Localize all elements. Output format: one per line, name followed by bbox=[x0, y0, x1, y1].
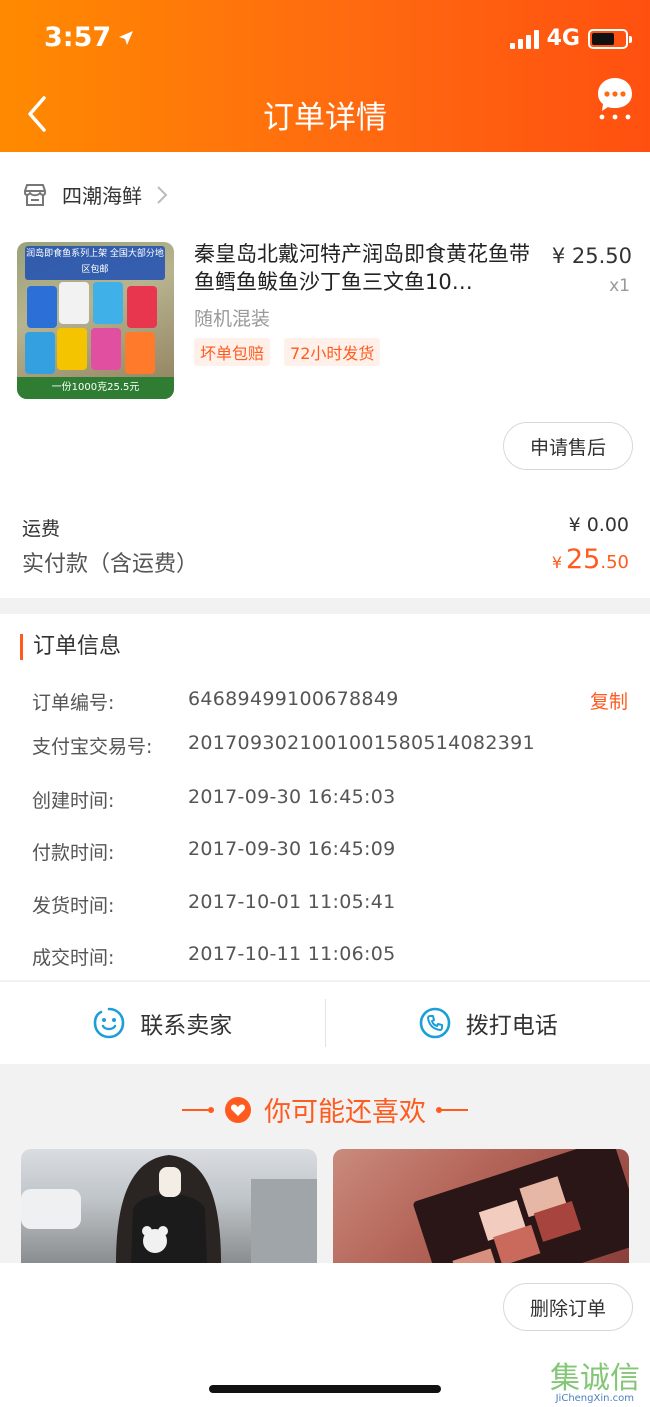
delete-order-button[interactable]: 删除订单 bbox=[503, 1283, 633, 1331]
order-info-section: 订单信息 订单编号: 64689499100678849 复制 支付宝交易号: … bbox=[0, 614, 650, 980]
home-indicator[interactable] bbox=[209, 1385, 441, 1393]
paid-integer: 25 bbox=[566, 544, 601, 575]
info-value: 64689499100678849 bbox=[188, 688, 399, 710]
order-item-card: 四潮海鲜 润岛即食鱼系列上架 全国大部分地区包邮 一份1000克25.5元 秦皇… bbox=[0, 152, 650, 598]
contact-bar: 联系卖家 拨打电话 bbox=[0, 982, 650, 1064]
battery-icon bbox=[588, 28, 632, 49]
service-tags: 坏单包赔 72小时发货 bbox=[194, 338, 381, 366]
product-thumbnail[interactable]: 润岛即食鱼系列上架 全国大部分地区包邮 一份1000克25.5元 bbox=[17, 242, 174, 399]
product-title[interactable]: 秦皇岛北戴河特产润岛即食黄花鱼带鱼鳕鱼鲅鱼沙丁鱼三文鱼10… bbox=[194, 240, 539, 296]
decorative-line bbox=[436, 1106, 468, 1113]
service-tag: 72小时发货 bbox=[284, 338, 381, 366]
paid-amount: ¥ 25.50 bbox=[552, 544, 629, 575]
watermark-logo: 集诚信 bbox=[550, 1361, 640, 1396]
more-menu-button[interactable] bbox=[594, 76, 636, 120]
store-icon bbox=[24, 183, 46, 206]
status-time: 3:57 bbox=[44, 22, 135, 53]
product-price: ¥ 25.50 bbox=[551, 244, 632, 268]
info-value: 2017-10-01 11:05:41 bbox=[188, 891, 396, 913]
recommend-header: 你可能还喜欢 bbox=[0, 1090, 650, 1129]
shipping-value: ¥ 0.00 bbox=[568, 514, 629, 536]
completed-time-row: 成交时间: 2017-10-11 11:06:05 bbox=[32, 943, 632, 970]
heart-icon bbox=[225, 1096, 251, 1123]
info-value: 2017-09-30 16:45:09 bbox=[188, 838, 396, 860]
info-key: 订单编号: bbox=[32, 692, 115, 714]
chat-bubble-more-icon bbox=[598, 78, 632, 120]
contact-seller-label: 联系卖家 bbox=[140, 1013, 233, 1039]
phone-icon bbox=[419, 1007, 451, 1039]
shop-link[interactable]: 四潮海鲜 bbox=[22, 180, 168, 209]
bottom-action-bar: 删除订单 集诚信 JiChengXin.com bbox=[0, 1263, 650, 1407]
paid-time-row: 付款时间: 2017-09-30 16:45:09 bbox=[32, 838, 632, 865]
copy-order-number-button[interactable]: 复制 bbox=[590, 687, 628, 714]
paid-decimal: .50 bbox=[600, 552, 629, 573]
currency-symbol: ¥ bbox=[551, 553, 562, 572]
info-key: 发货时间: bbox=[32, 895, 115, 917]
info-key: 支付宝交易号: bbox=[32, 736, 153, 758]
thumbnail-price-ribbon: 一份1000克25.5元 bbox=[17, 377, 174, 399]
alipay-trade-row: 支付宝交易号: 2017093021001001580514082391 bbox=[32, 732, 632, 759]
nav-header: 3:57 4G 订单详情 bbox=[0, 0, 650, 152]
page-title: 订单详情 bbox=[263, 100, 387, 136]
status-indicators: 4G bbox=[509, 26, 632, 51]
paid-label: 实付款（含运费） bbox=[22, 552, 199, 577]
order-number-row: 订单编号: 64689499100678849 bbox=[32, 688, 632, 715]
call-phone-label: 拨打电话 bbox=[465, 1013, 558, 1039]
product-variant: 随机混装 bbox=[194, 308, 271, 330]
shipping-label: 运费 bbox=[22, 518, 61, 540]
shop-name: 四潮海鲜 bbox=[62, 184, 142, 208]
decorative-line bbox=[182, 1106, 214, 1113]
call-phone-button[interactable]: 拨打电话 bbox=[326, 1006, 650, 1040]
chevron-right-icon bbox=[157, 185, 168, 204]
info-value: 2017093021001001580514082391 bbox=[188, 732, 535, 754]
watermark-url: JiChengXin.com bbox=[555, 1393, 634, 1404]
apply-aftersale-button[interactable]: 申请售后 bbox=[503, 422, 633, 470]
thumbnail-banner-text: 润岛即食鱼系列上架 全国大部分地区包邮 bbox=[25, 246, 165, 280]
info-value: 2017-10-11 11:06:05 bbox=[188, 943, 396, 965]
recommend-title: 你可能还喜欢 bbox=[264, 1097, 426, 1128]
info-key: 付款时间: bbox=[32, 842, 115, 864]
network-label: 4G bbox=[546, 26, 580, 51]
created-time-row: 创建时间: 2017-09-30 16:45:03 bbox=[32, 786, 632, 813]
info-key: 成交时间: bbox=[32, 947, 115, 969]
recommended-product-image[interactable] bbox=[333, 1149, 629, 1263]
contact-seller-button[interactable]: 联系卖家 bbox=[0, 1006, 325, 1040]
shipped-time-row: 发货时间: 2017-10-01 11:05:41 bbox=[32, 891, 632, 918]
recommended-product-image[interactable] bbox=[21, 1149, 317, 1263]
info-key: 创建时间: bbox=[32, 790, 115, 812]
product-quantity: x1 bbox=[609, 276, 630, 296]
clock-text: 3:57 bbox=[44, 22, 112, 53]
signal-icon bbox=[509, 29, 539, 49]
location-arrow-icon bbox=[119, 30, 134, 45]
smile-chat-icon bbox=[93, 1007, 125, 1039]
info-value: 2017-09-30 16:45:03 bbox=[188, 786, 396, 808]
section-title: 订单信息 bbox=[20, 634, 121, 660]
service-tag: 坏单包赔 bbox=[194, 338, 271, 366]
